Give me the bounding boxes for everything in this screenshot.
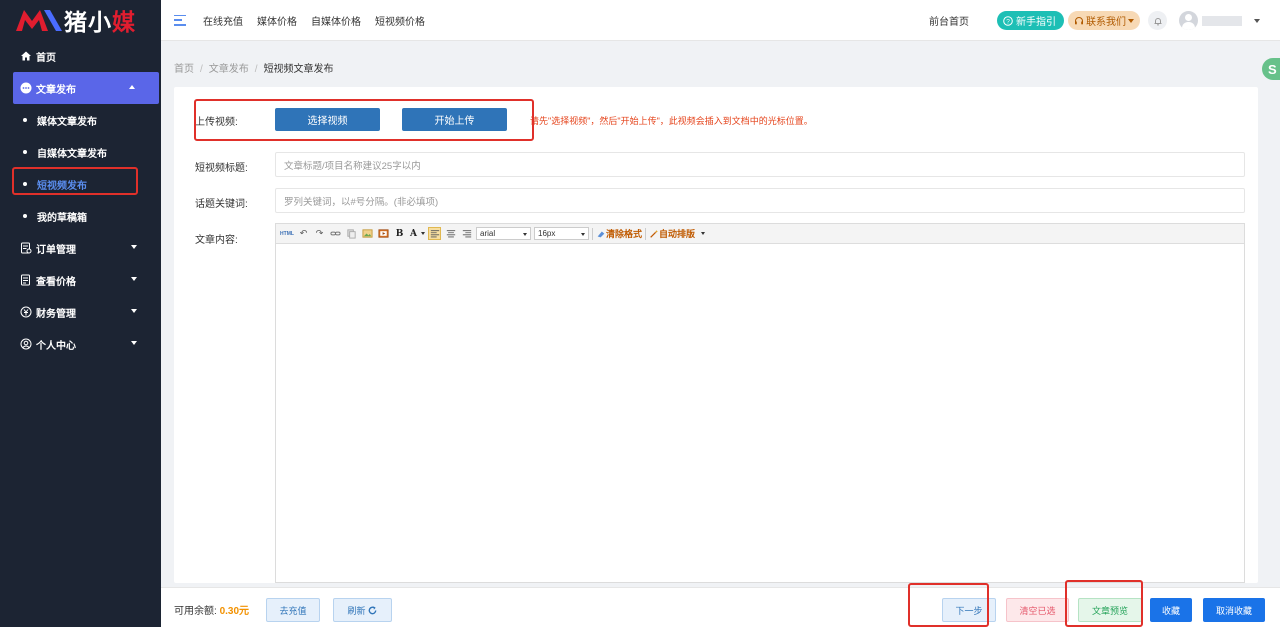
balance-value: 0.30元 [219, 606, 250, 617]
title-input[interactable]: 文章标题/项目名称建议25字以内 [275, 152, 1245, 177]
chevron-down-icon [1128, 18, 1134, 23]
keywords-label: 话题关键词: [195, 199, 248, 210]
top-link-self-media-price[interactable]: 自媒体价格 [311, 13, 361, 28]
avatar[interactable] [1179, 11, 1198, 30]
eraser-icon [597, 231, 605, 237]
rich-text-editor[interactable]: HTML ↶ ↷ B A arial 16px 清除格式 自动排版 [275, 223, 1245, 583]
menu-toggle-icon[interactable] [174, 14, 186, 26]
floating-helper-icon[interactable]: S [1262, 58, 1280, 80]
chat-dots-icon [20, 82, 32, 94]
font-family-select[interactable]: arial [476, 227, 531, 240]
refresh-button[interactable]: 刷新 [333, 598, 392, 622]
clear-format-button[interactable]: 清除格式 [596, 227, 642, 240]
chevron-down-icon[interactable] [701, 232, 706, 235]
content-label: 文章内容: [195, 235, 238, 246]
upload-label: 上传视频: [195, 117, 238, 128]
font-color-button[interactable]: A [409, 227, 418, 240]
sidebar-item-home[interactable]: 首页 [0, 40, 161, 72]
bullet-icon [23, 182, 27, 186]
bullet-icon [23, 118, 27, 122]
chevron-down-icon[interactable] [1254, 18, 1260, 23]
sidebar-item-personal[interactable]: 个人中心 [0, 328, 161, 360]
refresh-icon [368, 605, 376, 614]
user-circle-icon [20, 338, 32, 350]
image-icon[interactable] [361, 227, 374, 240]
toolbar-divider [645, 227, 647, 240]
chevron-down-icon [131, 309, 137, 313]
logo[interactable]: 猪小媒 [0, 0, 161, 40]
recharge-button[interactable]: 去充值 [266, 598, 320, 622]
bold-button[interactable]: B [393, 227, 406, 240]
title-label: 短视频标题: [195, 163, 248, 174]
editor-toolbar: HTML ↶ ↷ B A arial 16px 清除格式 自动排版 [276, 224, 1244, 244]
editor-content-area[interactable] [276, 244, 1244, 583]
unfavorite-button[interactable]: 取消收藏 [1203, 598, 1265, 622]
chevron-down-icon [131, 341, 137, 345]
top-link-recharge[interactable]: 在线充值 [203, 13, 243, 28]
top-link-short-video-price[interactable]: 短视频价格 [375, 13, 425, 28]
guide-button[interactable]: ? 新手指引 [997, 11, 1064, 30]
finance-icon [20, 306, 32, 318]
breadcrumb-current: 短视频文章发布 [263, 64, 334, 75]
price-list-icon [20, 274, 32, 286]
top-link-media-price[interactable]: 媒体价格 [257, 13, 297, 28]
contact-button[interactable]: 联系我们 [1068, 11, 1140, 30]
font-size-select[interactable]: 16px [534, 227, 589, 240]
upload-hint: 请先"选择视频"，然后"开始上传"，此视频会插入到文档中的光标位置。 [530, 116, 813, 126]
auto-layout-button[interactable]: 自动排版 [649, 227, 695, 240]
keywords-input[interactable]: 罗列关键词，以#号分隔。(非必填项) [275, 188, 1245, 213]
link-icon[interactable] [329, 227, 342, 240]
publish-form-card: 上传视频: 选择视频 开始上传 请先"选择视频"，然后"开始上传"，此视频会插入… [174, 87, 1258, 583]
top-header: 在线充值 媒体价格 自媒体价格 短视频价格 前台首页 ? 新手指引 联系我们 [161, 0, 1280, 41]
sidebar-item-article-publish[interactable]: 文章发布 [13, 72, 159, 104]
front-home-link[interactable]: 前台首页 [929, 13, 969, 28]
copy-icon[interactable] [345, 227, 358, 240]
sidebar-item-self-media-article[interactable]: 自媒体文章发布 [0, 136, 161, 168]
chevron-down-icon[interactable] [421, 232, 425, 235]
action-footer: 可用余额: 0.30元 去充值 刷新 下一步 清空已选 文章预览 收藏 取消收藏 [161, 587, 1280, 627]
svg-text:?: ? [1006, 18, 1010, 25]
bullet-icon [23, 150, 27, 154]
sidebar-item-drafts[interactable]: 我的草稿箱 [0, 200, 161, 232]
balance-display: 可用余额: 0.30元 [174, 606, 250, 617]
article-preview-button[interactable]: 文章预览 [1078, 598, 1142, 622]
chevron-down-icon [131, 245, 137, 249]
redo-icon[interactable]: ↷ [313, 227, 326, 240]
sidebar-item-finance[interactable]: 财务管理 [0, 296, 161, 328]
align-right-icon[interactable] [460, 227, 473, 240]
notification-bell-icon[interactable] [1148, 11, 1167, 30]
start-upload-button[interactable]: 开始上传 [402, 108, 507, 131]
magic-wand-icon [650, 229, 659, 238]
question-circle-icon: ? [1003, 15, 1013, 26]
toolbar-divider [592, 227, 593, 240]
logo-mark-icon [14, 7, 64, 33]
align-left-icon[interactable] [428, 227, 441, 240]
order-doc-icon [20, 242, 32, 254]
undo-icon[interactable]: ↶ [297, 227, 310, 240]
home-icon [20, 50, 32, 62]
favorite-button[interactable]: 收藏 [1150, 598, 1192, 622]
breadcrumb-section[interactable]: 文章发布 [209, 64, 249, 75]
sidebar: 猪小媒 首页 文章发布 媒体文章发布 自媒体文章发布 短视频发布 我的草稿箱 订… [0, 0, 161, 627]
video-icon[interactable] [377, 227, 390, 240]
sidebar-item-media-article[interactable]: 媒体文章发布 [0, 104, 161, 136]
breadcrumb-home[interactable]: 首页 [174, 64, 194, 75]
next-step-button[interactable]: 下一步 [942, 598, 996, 622]
select-video-button[interactable]: 选择视频 [275, 108, 380, 131]
headset-icon [1075, 16, 1083, 24]
breadcrumb: 首页 / 文章发布 / 短视频文章发布 [174, 64, 334, 75]
html-source-button[interactable]: HTML [280, 227, 294, 240]
username-redacted [1202, 15, 1242, 26]
align-center-icon[interactable] [444, 227, 457, 240]
sidebar-item-short-video[interactable]: 短视频发布 [0, 168, 161, 200]
chevron-down-icon [131, 277, 137, 281]
clear-selected-button[interactable]: 清空已选 [1006, 598, 1069, 622]
bullet-icon [23, 214, 27, 218]
sidebar-item-prices[interactable]: 查看价格 [0, 264, 161, 296]
logo-text: 猪小媒 [64, 9, 136, 36]
chevron-up-icon [129, 85, 135, 89]
sidebar-item-orders[interactable]: 订单管理 [0, 232, 161, 264]
